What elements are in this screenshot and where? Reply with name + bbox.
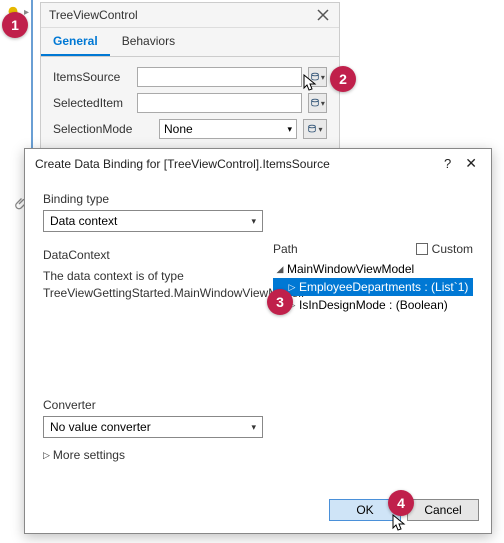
panel-header: TreeViewControl: [41, 3, 339, 28]
expand-collapse-icon[interactable]: ▷: [287, 282, 297, 293]
prop-label: SelectedItem: [53, 96, 131, 110]
binding-type-value: Data context: [50, 214, 117, 228]
chevron-down-icon: ▾: [251, 422, 256, 433]
selected-item-input[interactable]: [137, 93, 302, 113]
close-icon[interactable]: [315, 7, 331, 23]
prop-selection-mode: SelectionMode None ▾ ▾: [53, 119, 327, 139]
binding-type-label: Binding type: [43, 192, 473, 206]
selection-mode-binding-button[interactable]: ▾: [303, 119, 327, 139]
custom-label: Custom: [432, 242, 473, 256]
tab-general[interactable]: General: [41, 28, 110, 56]
callout-badge-2: 2: [330, 66, 356, 92]
tabs: General Behaviors: [41, 28, 339, 57]
panel-title: TreeViewControl: [49, 8, 315, 22]
dialog-title: Create Data Binding for [TreeViewControl…: [35, 157, 444, 171]
tab-behaviors[interactable]: Behaviors: [110, 28, 187, 56]
property-panel: TreeViewControl General Behaviors ItemsS…: [40, 2, 340, 160]
chevron-down-icon: ▾: [251, 216, 256, 227]
datacontext-text: The data context is of type TreeViewGett…: [43, 268, 243, 302]
dialog-body: Binding type Data context ▾ DataContext …: [25, 178, 491, 489]
binding-dialog: Create Data Binding for [TreeViewControl…: [24, 148, 492, 534]
checkbox-icon: [416, 243, 428, 255]
path-label: Path: [273, 242, 416, 256]
callout-badge-4: 4: [388, 490, 414, 516]
selection-mode-select[interactable]: None ▾: [159, 119, 297, 139]
prop-label: SelectionMode: [53, 122, 153, 136]
chevron-down-icon: ▾: [318, 125, 322, 134]
prop-label: ItemsSource: [53, 70, 131, 84]
callout-badge-1: 1: [2, 12, 28, 38]
chevron-down-icon: ▾: [287, 124, 292, 135]
chevron-down-icon: ▾: [321, 73, 325, 82]
callout-badge-3: 3: [267, 289, 293, 315]
tree-root-label: MainWindowViewModel: [287, 262, 414, 276]
tree-item-employee-departments[interactable]: ▷ EmployeeDepartments : (List`1): [273, 278, 473, 296]
items-source-binding-button[interactable]: ▾: [308, 67, 327, 87]
dialog-footer: OK Cancel: [25, 489, 491, 533]
path-tree: ◢ MainWindowViewModel ▷ EmployeeDepartme…: [273, 260, 473, 380]
converter-select[interactable]: No value converter ▾: [43, 416, 263, 438]
converter-label: Converter: [43, 398, 473, 412]
tree-item-isindesignmode[interactable]: ▷ IsInDesignMode : (Boolean): [273, 296, 473, 314]
selected-item-binding-button[interactable]: ▾: [308, 93, 327, 113]
help-icon[interactable]: ?: [444, 156, 451, 171]
chevron-right-icon: ▷: [43, 450, 50, 461]
more-settings-label: More settings: [53, 448, 125, 462]
prop-items-source: ItemsSource ▾: [53, 67, 327, 87]
converter-value: No value converter: [50, 420, 151, 434]
chevron-down-icon: ▾: [321, 99, 325, 108]
tree-root[interactable]: ◢ MainWindowViewModel: [273, 260, 473, 278]
expand-collapse-icon[interactable]: ◢: [275, 264, 285, 275]
selection-mode-value: None: [164, 122, 193, 136]
close-icon[interactable]: ✕: [461, 155, 481, 172]
more-settings-toggle[interactable]: ▷ More settings: [43, 448, 473, 462]
dialog-titlebar[interactable]: Create Data Binding for [TreeViewControl…: [25, 149, 491, 178]
tree-item-label: EmployeeDepartments : (List`1): [299, 280, 468, 294]
items-source-input[interactable]: [137, 67, 302, 87]
properties-section: ItemsSource ▾ SelectedItem ▾ SelectionMo…: [41, 57, 339, 159]
datacontext-label: DataContext: [43, 248, 273, 262]
cancel-button[interactable]: Cancel: [407, 499, 479, 521]
binding-type-select[interactable]: Data context ▾: [43, 210, 263, 232]
prop-selected-item: SelectedItem ▾: [53, 93, 327, 113]
custom-checkbox[interactable]: Custom: [416, 242, 473, 256]
tree-item-label: IsInDesignMode : (Boolean): [299, 298, 448, 312]
